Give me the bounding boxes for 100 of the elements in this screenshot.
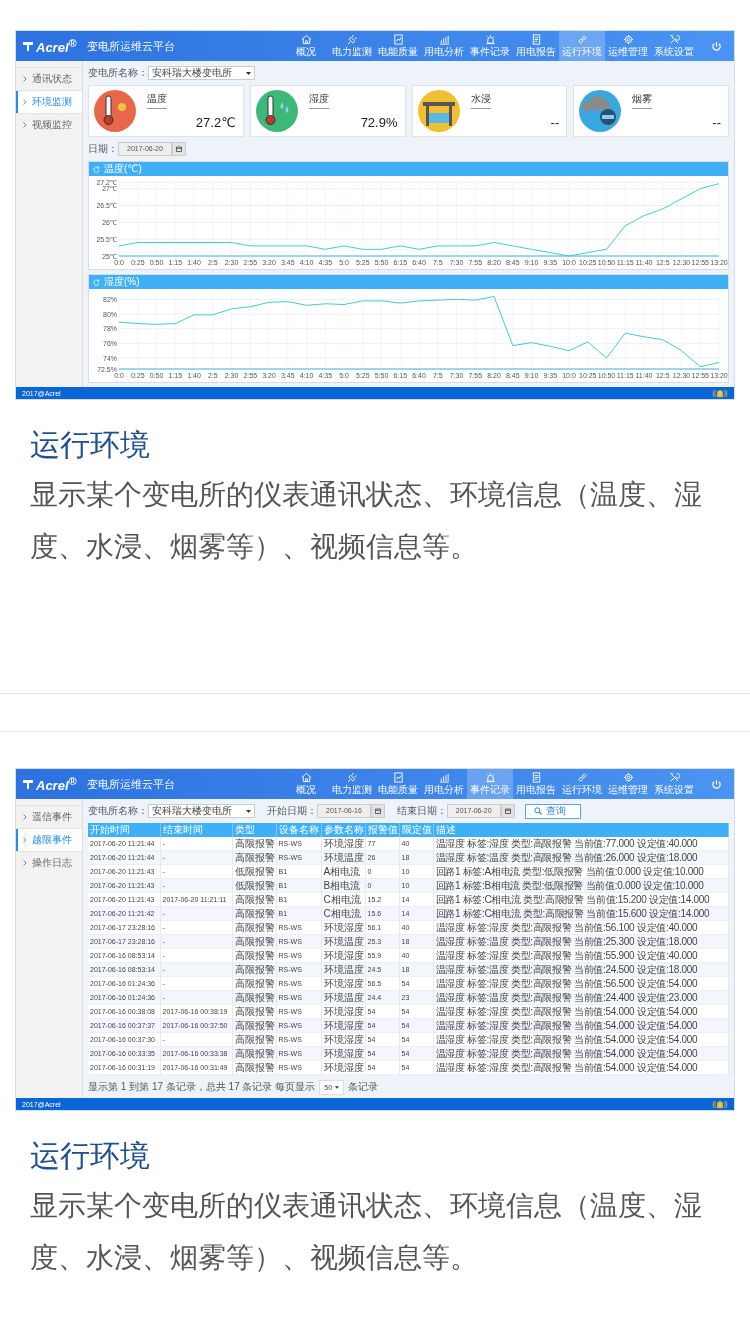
nav-item[interactable]: 运维管理 [605, 31, 651, 61]
column-header: 结束时间 [160, 823, 232, 837]
calendar-icon [504, 808, 511, 814]
nav-item[interactable]: 运行环境 [559, 31, 605, 61]
nav-item[interactable]: 概况 [283, 769, 329, 799]
chart-title: 温度(℃) [104, 162, 142, 176]
chevron-icon [23, 99, 27, 105]
substation-select[interactable]: 安科瑞大楼变电所 [148, 66, 255, 80]
pagination-text: 显示第 1 到第 17 条记录，总共 17 条记录 每页显示 [88, 1080, 316, 1094]
nav-item[interactable]: 运维管理 [605, 769, 651, 799]
nav-item[interactable]: 事件记录 [467, 31, 513, 61]
sidebar-item[interactable]: 操作日志 [16, 851, 82, 874]
app-title: 变电所运维云平台 [86, 38, 175, 54]
calendar-icon [175, 146, 182, 152]
nav-item[interactable]: 系统设置 [651, 769, 697, 799]
logo-icon [22, 40, 34, 52]
link-icon [576, 772, 588, 783]
caret-icon [335, 1085, 340, 1089]
smoke-cloud-icon [578, 89, 623, 133]
power-icon[interactable] [711, 40, 722, 52]
alarm-bell-icon[interactable] [712, 1099, 728, 1109]
caption-text: 显示某个变电所的仪表通讯状态、环境信息（温度、湿度、水浸、烟雾等）、视频信息等。 [30, 478, 703, 564]
chevron-icon [23, 860, 27, 866]
sensor-value: 72.9% [360, 115, 398, 130]
nav-item[interactable]: 电能质量 [375, 769, 421, 799]
table-cell: 高限报警 [232, 837, 276, 851]
column-header: 设备名称 [276, 823, 321, 837]
nav-item[interactable]: 用电报告 [513, 31, 559, 61]
refresh-icon [93, 278, 100, 286]
caret-icon [246, 71, 251, 75]
power-icon[interactable] [711, 778, 722, 790]
search-icon [533, 807, 542, 815]
logo: Acrel$^{®}$ [36, 36, 77, 56]
water-gate-icon [416, 89, 461, 133]
sensor-label: 湿度 [308, 92, 329, 109]
nav-item[interactable]: 电力监测 [329, 769, 375, 799]
nav-item[interactable]: 运行环境 [559, 769, 605, 799]
table-cell: 环境湿度 [321, 837, 365, 851]
tools-icon [668, 34, 680, 45]
column-header: 限定值 [399, 823, 433, 837]
thermometer-sun-icon [93, 89, 137, 133]
search-button[interactable]: 查询 [524, 803, 581, 819]
chevron-icon [23, 76, 27, 82]
home-icon [300, 772, 312, 783]
plug-icon [346, 34, 358, 45]
nav-item[interactable]: 用电分析 [421, 769, 467, 799]
column-header: 类型 [232, 823, 276, 837]
sidebar-item[interactable]: 越限事件 [16, 828, 82, 851]
nav-item[interactable]: 事件记录 [467, 769, 513, 799]
chevron-icon [23, 814, 27, 820]
alarm-bell-icon[interactable] [712, 388, 728, 398]
bar-chart-icon [438, 34, 450, 45]
document-icon [530, 34, 542, 45]
plug-icon [346, 772, 358, 783]
bar-chart-icon [438, 772, 450, 783]
field-label: 变电所名称： [88, 66, 148, 80]
link-icon [576, 34, 588, 45]
gear-icon [622, 772, 634, 783]
substation-select[interactable]: 安科瑞大楼变电所 [148, 804, 255, 818]
nav-item[interactable]: 概况 [283, 31, 329, 61]
sensor-label: 烟雾 [632, 92, 653, 109]
nav-item[interactable]: 用电报告 [513, 769, 559, 799]
sidebar-item[interactable]: 环境监测 [16, 90, 82, 113]
sidebar-item[interactable]: 视频监控 [16, 113, 82, 136]
table-cell: 温湿度 标签:湿度 类型:高限报警 当前值:77.000 设定值:40.000 [433, 837, 729, 851]
logo-icon [22, 778, 34, 790]
sensor-label: 温度 [147, 92, 167, 109]
gear-icon [622, 34, 634, 45]
home-icon [300, 34, 312, 45]
tools-icon [668, 772, 680, 783]
siren-icon [484, 34, 496, 45]
sensor-label: 水浸 [470, 92, 491, 109]
monitor-icon [392, 34, 404, 45]
field-label: 变电所名称： [88, 804, 148, 818]
column-header: 描述 [433, 823, 729, 837]
field-label: 日期： [88, 142, 118, 156]
app-title: 变电所运维云平台 [86, 776, 175, 792]
column-header: 开始时间 [88, 823, 160, 837]
chart-title: 湿度(%) [104, 275, 140, 289]
caption-text: 显示某个变电所的仪表通讯状态、环境信息（温度、湿度、水浸、烟雾等）、视频信息等。 [30, 1189, 703, 1275]
caption-title: 运行环境 [30, 1138, 151, 1174]
chevron-icon [23, 122, 27, 128]
caret-icon [246, 809, 251, 813]
logo: Acrel$^{®}$ [36, 774, 77, 794]
thermometer-drops-icon [254, 89, 299, 133]
document-icon [530, 772, 542, 783]
nav-item[interactable]: 电力监测 [329, 31, 375, 61]
nav-item[interactable]: 用电分析 [421, 31, 467, 61]
nav-item[interactable]: 系统设置 [651, 31, 697, 61]
field-label: 开始日期： [267, 804, 317, 818]
column-header: 参数名称 [321, 823, 365, 837]
pagination-text: 条记录 [348, 1080, 379, 1094]
caption-title: 运行环境 [30, 427, 151, 463]
sensor-value: 27.2℃ [195, 115, 236, 130]
sensor-value: -- [550, 115, 560, 130]
column-header: 报警值 [365, 823, 399, 837]
nav-item[interactable]: 电能质量 [375, 31, 421, 61]
calendar-icon [374, 808, 381, 814]
monitor-icon [392, 772, 404, 783]
sensor-value: -- [712, 115, 721, 130]
